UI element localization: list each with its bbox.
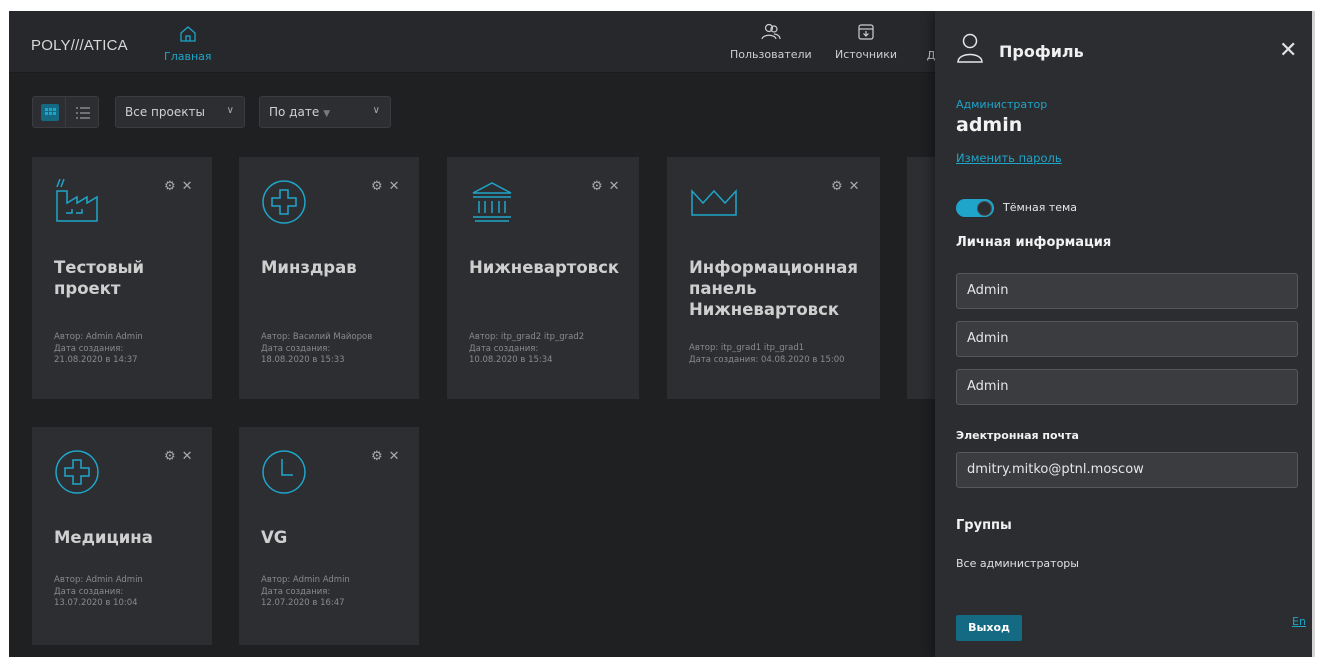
government-building-icon	[472, 182, 512, 222]
project-card[interactable]: ⚙ ✕ VG Автор: Admin Admin Дата создания: …	[239, 427, 419, 645]
list-view-button[interactable]	[65, 96, 99, 128]
card-actions: ⚙ ✕	[365, 449, 400, 464]
crown-icon	[691, 189, 737, 216]
project-card[interactable]: ⚙ ✕ Тестовый проект Автор: Admin Admin Да…	[32, 157, 212, 399]
settings-icon[interactable]: ⚙	[164, 449, 176, 464]
home-icon	[180, 26, 196, 42]
user-icon	[957, 33, 983, 63]
nav-users-label: Пользователи	[730, 48, 812, 61]
nav-users[interactable]: Пользователи	[730, 22, 812, 61]
dark-theme-label: Тёмная тема	[1003, 201, 1078, 214]
card-meta: Автор: Admin Admin Дата создания: 13.07.…	[54, 575, 143, 608]
nav-home[interactable]: Главная	[164, 24, 212, 63]
project-card[interactable]: ⚙ ✕ Информационная панель Нижневартовск А…	[667, 157, 880, 399]
project-filter-value: Все проекты	[125, 105, 205, 119]
card-meta: Автор: itp_grad2 itp_grad2 Дата создания…	[469, 332, 585, 365]
settings-icon[interactable]: ⚙	[164, 179, 176, 194]
grid-view-icon	[41, 104, 59, 121]
card-meta: Автор: Admin Admin Дата создания: 21.08.…	[54, 332, 143, 365]
middle-name-field[interactable]: Admin	[956, 369, 1298, 405]
group-item: Все администраторы	[956, 557, 1079, 570]
panel-title: Профиль	[999, 42, 1084, 61]
grid-icon	[45, 108, 56, 115]
card-actions: ⚙ ✕	[365, 179, 400, 194]
list-icon	[76, 107, 90, 119]
user-login: admin	[956, 114, 1023, 136]
sort-select[interactable]: По дате ▼ ∨	[259, 96, 391, 128]
project-card[interactable]: ⚙ ✕ Нижневартовск Автор: itp_grad2 itp_gr…	[447, 157, 639, 399]
toggle-knob	[977, 200, 992, 216]
logo: POLY///ATICA	[31, 37, 128, 54]
project-card[interactable]: ⚙ ✕ Минздрав Автор: Василий Майоров Дата …	[239, 157, 419, 399]
close-icon[interactable]: ✕	[389, 179, 400, 194]
factory-icon	[56, 178, 98, 222]
screen-top-margin	[0, 0, 1324, 11]
chevron-down-icon: ∨	[226, 105, 234, 116]
nav-sources[interactable]: Источники	[835, 22, 897, 61]
first-name-field[interactable]: Admin	[956, 273, 1298, 309]
sort-value: По дате	[269, 105, 320, 119]
change-password-link[interactable]: Изменить пароль	[956, 151, 1062, 165]
settings-icon[interactable]: ⚙	[831, 179, 843, 194]
nav-more-label: Д	[926, 49, 936, 62]
card-meta: Автор: Admin Admin Дата создания: 12.07.…	[261, 575, 350, 608]
database-icon	[858, 24, 874, 40]
app-window: POLY///ATICA Главная Пользователи Источн…	[9, 11, 1315, 657]
close-icon[interactable]: ✕	[849, 179, 860, 194]
settings-icon[interactable]: ⚙	[371, 179, 383, 194]
clock-icon	[262, 450, 306, 494]
project-card[interactable]: ⚙ ✕ Медицина Автор: Admin Admin Дата созд…	[32, 427, 212, 645]
medical-cross-icon	[262, 180, 306, 224]
card-meta: Автор: Василий Майоров Дата создания: 18…	[261, 332, 373, 365]
card-actions: ⚙ ✕	[158, 179, 193, 194]
card-title: VG	[261, 528, 288, 547]
card-actions: ⚙ ✕	[825, 179, 860, 194]
grid-view-button[interactable]	[32, 96, 66, 128]
dark-theme-toggle[interactable]	[956, 199, 994, 217]
settings-icon[interactable]: ⚙	[591, 179, 603, 194]
email-label: Электронная почта	[956, 429, 1079, 442]
card-title: Нижневартовск	[469, 258, 620, 277]
sort-direction-icon: ▼	[323, 109, 331, 119]
close-icon[interactable]: ✕	[389, 449, 400, 464]
card-meta: Автор: itp_grad1 itp_grad1 Дата создания…	[689, 343, 845, 365]
card-actions: ⚙ ✕	[585, 179, 620, 194]
card-title: Медицина	[54, 528, 153, 547]
email-field[interactable]: dmitry.mitko@ptnl.moscow	[956, 452, 1298, 488]
language-switch-link[interactable]: En	[1292, 615, 1306, 628]
profile-panel: Профиль ✕ Администратор admin Изменить п…	[935, 11, 1315, 657]
close-panel-button[interactable]: ✕	[1279, 38, 1297, 63]
users-icon	[761, 23, 781, 40]
medical-cross-icon	[55, 450, 99, 494]
nav-sources-label: Источники	[835, 48, 898, 61]
chevron-down-icon: ∨	[372, 105, 380, 116]
screen-right-margin	[1315, 0, 1324, 657]
close-icon[interactable]: ✕	[182, 179, 193, 194]
groups-heading: Группы	[956, 518, 1012, 533]
nav-home-label: Главная	[164, 50, 212, 63]
settings-icon[interactable]: ⚙	[371, 449, 383, 464]
card-title: Минздрав	[261, 258, 357, 277]
last-name-field[interactable]: Admin	[956, 321, 1298, 357]
project-filter-select[interactable]: Все проекты ∨	[115, 96, 245, 128]
close-icon[interactable]: ✕	[609, 179, 620, 194]
card-title: Тестовый проект	[54, 258, 145, 298]
close-icon[interactable]: ✕	[182, 449, 193, 464]
personal-info-heading: Личная информация	[956, 235, 1112, 250]
user-role: Администратор	[956, 98, 1048, 111]
logout-button[interactable]: Выход	[956, 615, 1022, 641]
card-actions: ⚙ ✕	[158, 449, 193, 464]
card-title: Информационная панель Нижневартовск	[689, 258, 859, 319]
